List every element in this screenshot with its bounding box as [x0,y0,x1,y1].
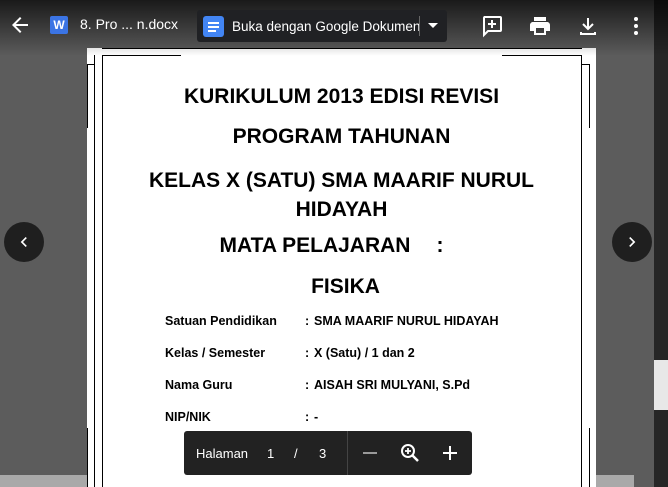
background-strip [654,360,668,410]
next-file-button[interactable] [612,222,652,262]
field-value: - [314,410,319,424]
back-arrow-icon[interactable] [8,13,32,37]
field-label: Nama Guru [165,378,233,392]
total-pages: 3 [319,446,327,461]
doc-heading-class-line2: HIDAYAH [295,198,388,221]
chevron-right-icon [629,237,636,247]
download-icon[interactable] [576,14,600,38]
doc-heading-curriculum: KURIKULUM 2013 EDISI REVISI [183,85,500,108]
frame-line [581,55,582,487]
field-sep: : [305,314,310,328]
chevron-left-icon [20,237,27,247]
field-value: X (Satu) / 1 dan 2 [314,346,415,360]
field-label: Satuan Pendidikan [165,314,277,328]
current-page-input[interactable]: 1 [267,446,274,461]
doc-field-row: Kelas / Semester : X (Satu) / 1 dan 2 [165,346,415,360]
add-comment-icon[interactable] [480,14,504,38]
zoom-in-icon[interactable] [398,441,422,465]
open-with-divider [419,16,420,36]
doc-field-row: NIP/NIK : - [165,410,318,424]
viewer-top-bar: W 8. Pro ... n.docx Buka dengan Google D… [0,0,668,56]
page-label: Halaman [196,446,249,461]
background-panel [654,0,668,487]
doc-heading-program: PROGRAM TAHUNAN [232,125,451,148]
doc-subject-colon: : [436,234,444,257]
frame-line [582,64,589,65]
open-with-label: Buka dengan Google Dokumen [232,18,421,34]
frame-line [589,428,590,487]
dropdown-caret-icon[interactable] [428,23,438,28]
page-separator: / [294,446,298,461]
print-icon[interactable] [528,14,552,38]
field-label: Kelas / Semester [165,346,266,360]
document-page: KURIKULUM 2013 EDISI REVISI PROGRAM TAHU… [87,48,596,487]
doc-field-row: Nama Guru : AISAH SRI MULYANI, S.Pd [165,378,470,392]
open-with-google-docs-button[interactable]: Buka dengan Google Dokumen [197,10,447,42]
pager-divider [347,431,348,475]
field-value: SMA MAARIF NURUL HIDAYAH [314,314,499,328]
field-sep: : [305,346,310,360]
doc-heading-physics: FISIKA [311,275,380,298]
frame-line [87,64,94,65]
doc-field-row: Satuan Pendidikan : SMA MAARIF NURUL HID… [165,314,499,328]
doc-heading-subject: MATA PELAJARAN: [77,234,586,258]
previous-file-button[interactable] [4,222,44,262]
field-label: NIP/NIK [165,410,211,424]
field-sep: : [305,410,310,424]
doc-heading-class: KELAS X (SATU) SMA MAARIF NURUL HIDAYAH [87,166,596,224]
plus-icon[interactable] [438,441,462,465]
frame-line [94,55,95,487]
page-toolbar: Halaman 1 / 3 [184,431,472,475]
doc-subject-label: MATA PELAJARAN [219,234,411,257]
frame-line [87,428,88,487]
word-file-icon: W [50,16,68,34]
field-value: AISAH SRI MULYANI, S.Pd [314,378,471,392]
file-name: 8. Pro ... n.docx [80,16,179,32]
frame-line [102,55,103,487]
more-vert-icon[interactable] [624,14,648,38]
doc-heading-class-line1: KELAS X (SATU) SMA MAARIF NURUL [149,169,534,192]
field-sep: : [305,378,310,392]
zoom-out-icon[interactable] [358,441,382,465]
google-docs-icon [203,15,224,37]
